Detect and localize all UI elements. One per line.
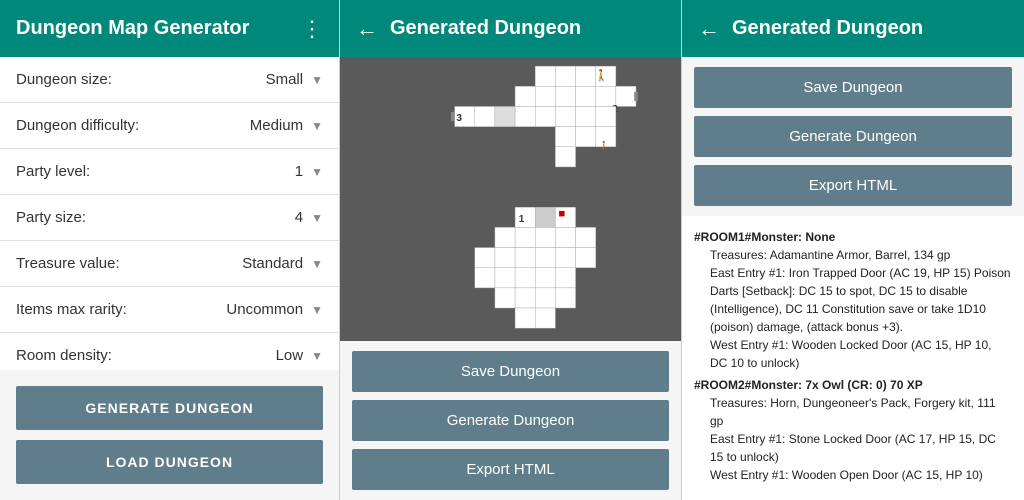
setting-label-3: Party size: bbox=[16, 209, 295, 226]
details-action-buttons: Save Dungeon Generate Dungeon Export HTM… bbox=[682, 57, 1024, 216]
setting-label-0: Dungeon size: bbox=[16, 71, 266, 88]
setting-row-4[interactable]: Treasure value: Standard ▼ bbox=[0, 241, 339, 287]
setting-row-1[interactable]: Dungeon difficulty: Medium ▼ bbox=[0, 103, 339, 149]
map-generate-button[interactable]: Generate Dungeon bbox=[352, 400, 669, 441]
room-0-line-1: East Entry #1: Iron Trapped Door (AC 19,… bbox=[710, 264, 1012, 336]
dungeon-map-canvas: 🚶 2 3 bbox=[340, 57, 681, 341]
chevron-down-icon-2: ▼ bbox=[311, 165, 323, 179]
setting-row-2[interactable]: Party level: 1 ▼ bbox=[0, 149, 339, 195]
room-header-1: #ROOM2#Monster: 7x Owl (CR: 0) 70 XP bbox=[694, 376, 1012, 394]
setting-value-6: Low bbox=[276, 347, 304, 364]
room-0-line-2: West Entry #1: Wooden Locked Door (AC 15… bbox=[710, 336, 1012, 372]
details-text-area[interactable]: #ROOM1#Monster: NoneTreasures: Adamantin… bbox=[682, 216, 1024, 500]
menu-dots-icon[interactable]: ⋮ bbox=[301, 16, 323, 42]
setting-row-0[interactable]: Dungeon size: Small ▼ bbox=[0, 57, 339, 103]
map-panel: ← Generated Dungeon 🚶 2 bbox=[340, 0, 682, 500]
details-export-button[interactable]: Export HTML bbox=[694, 165, 1012, 206]
details-title: Generated Dungeon bbox=[732, 17, 923, 40]
details-header: ← Generated Dungeon bbox=[682, 0, 1024, 57]
svg-text:🚶: 🚶 bbox=[599, 141, 609, 151]
setting-row-6[interactable]: Room density: Low ▼ bbox=[0, 333, 339, 370]
setting-label-4: Treasure value: bbox=[16, 255, 242, 272]
details-generate-button[interactable]: Generate Dungeon bbox=[694, 116, 1012, 157]
setting-value-1: Medium bbox=[250, 117, 303, 134]
setting-row-3[interactable]: Party size: 4 ▼ bbox=[0, 195, 339, 241]
setting-label-2: Party level: bbox=[16, 163, 295, 180]
map-back-arrow-icon[interactable]: ← bbox=[356, 16, 378, 42]
room-1-line-1: East Entry #1: Stone Locked Door (AC 17,… bbox=[710, 430, 1012, 466]
details-back-arrow-icon[interactable]: ← bbox=[698, 16, 720, 42]
setting-value-3: 4 bbox=[295, 209, 303, 226]
setting-label-5: Items max rarity: bbox=[16, 301, 226, 318]
settings-header: Dungeon Map Generator ⋮ bbox=[0, 0, 339, 57]
details-save-button[interactable]: Save Dungeon bbox=[694, 67, 1012, 108]
settings-title: Dungeon Map Generator bbox=[16, 17, 249, 40]
setting-value-0: Small bbox=[266, 71, 304, 88]
chevron-down-icon-6: ▼ bbox=[311, 349, 323, 363]
dungeon-map-svg: 🚶 2 3 bbox=[340, 57, 681, 341]
settings-buttons: GENERATE DUNGEON LOAD DUNGEON bbox=[0, 370, 339, 500]
svg-text:3: 3 bbox=[456, 113, 462, 124]
map-save-button[interactable]: Save Dungeon bbox=[352, 351, 669, 392]
svg-text:🚶: 🚶 bbox=[595, 69, 609, 82]
setting-label-6: Room density: bbox=[16, 347, 276, 364]
chevron-down-icon-3: ▼ bbox=[311, 211, 323, 225]
generate-dungeon-button[interactable]: GENERATE DUNGEON bbox=[16, 386, 323, 430]
setting-value-2: 1 bbox=[295, 163, 303, 180]
setting-label-1: Dungeon difficulty: bbox=[16, 117, 250, 134]
map-title: Generated Dungeon bbox=[390, 17, 581, 40]
load-dungeon-button[interactable]: LOAD DUNGEON bbox=[16, 440, 323, 484]
chevron-down-icon-0: ▼ bbox=[311, 73, 323, 87]
chevron-down-icon-4: ▼ bbox=[311, 257, 323, 271]
map-export-button[interactable]: Export HTML bbox=[352, 449, 669, 490]
map-action-buttons: Save Dungeon Generate Dungeon Export HTM… bbox=[340, 341, 681, 500]
room-1-line-0: Treasures: Horn, Dungeoneer's Pack, Forg… bbox=[710, 394, 1012, 430]
room-header-0: #ROOM1#Monster: None bbox=[694, 228, 1012, 246]
map-header: ← Generated Dungeon bbox=[340, 0, 681, 57]
room-1-line-2: West Entry #1: Wooden Open Door (AC 15, … bbox=[710, 466, 1012, 484]
chevron-down-icon-5: ▼ bbox=[311, 303, 323, 317]
settings-panel: Dungeon Map Generator ⋮ Dungeon size: Sm… bbox=[0, 0, 340, 500]
setting-row-5[interactable]: Items max rarity: Uncommon ▼ bbox=[0, 287, 339, 333]
room-0-line-0: Treasures: Adamantine Armor, Barrel, 134… bbox=[710, 246, 1012, 264]
setting-value-4: Standard bbox=[242, 255, 303, 272]
svg-text:1: 1 bbox=[519, 214, 525, 225]
setting-value-5: Uncommon bbox=[226, 301, 303, 318]
settings-list: Dungeon size: Small ▼ Dungeon difficulty… bbox=[0, 57, 339, 370]
details-panel: ← Generated Dungeon Save Dungeon Generat… bbox=[682, 0, 1024, 500]
chevron-down-icon-1: ▼ bbox=[311, 119, 323, 133]
